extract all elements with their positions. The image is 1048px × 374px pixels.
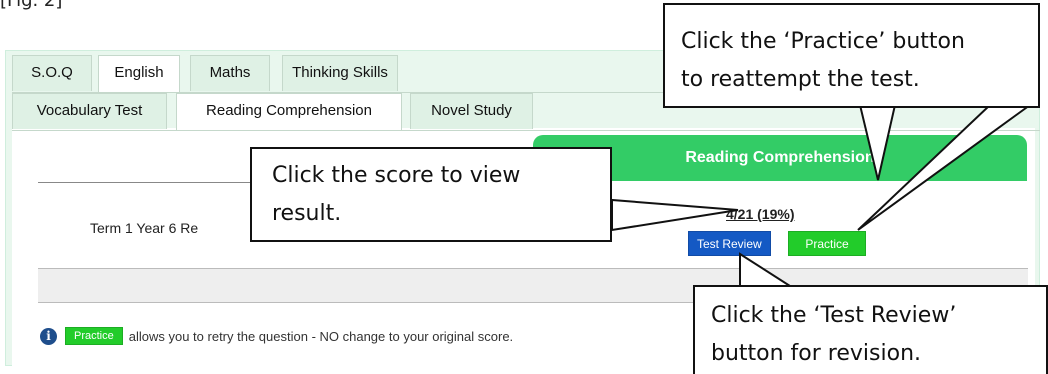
practice-callout: Click the ‘Practice’ button to reattempt… [663,3,1040,108]
callout-line: Click the ‘Test Review’ [711,303,957,328]
callout-line: to reattempt the test. [681,67,920,92]
practice-callout-pointer-a [858,104,897,181]
review-callout: Click the ‘Test Review’ button for revis… [693,285,1048,374]
callout-line: button for revision. [711,341,921,366]
score-callout: Click the score to view result. [250,147,612,242]
page: [Fig. 2] S.O.Q English Maths Thinking Sk… [0,0,1048,374]
callout-line: Click the score to view [272,163,521,188]
review-callout-pointer [739,252,794,287]
score-callout-pointer [611,198,739,232]
callout-line: Click the ‘Practice’ button [681,29,965,54]
callout-line: result. [272,201,342,226]
